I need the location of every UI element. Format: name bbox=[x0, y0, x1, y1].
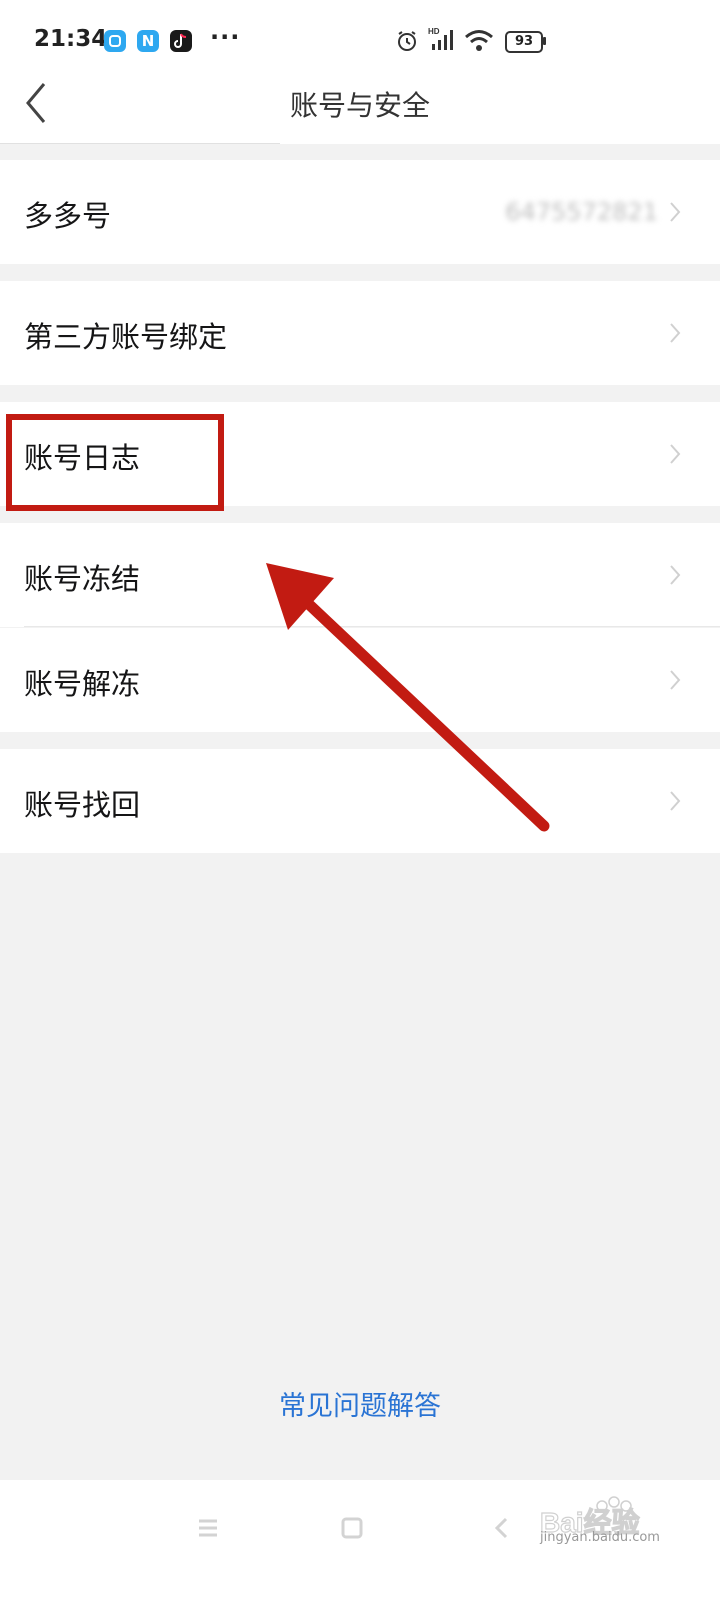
duoduo-id-value: 6475572821 bbox=[505, 198, 658, 226]
faq-link[interactable]: 常见问题解答 bbox=[0, 1384, 720, 1423]
app-n-icon: N bbox=[137, 30, 159, 52]
row-account-recovery[interactable]: 账号找回 bbox=[0, 749, 720, 853]
chevron-right-icon bbox=[670, 791, 681, 811]
alarm-icon bbox=[398, 31, 416, 51]
row-duoduo-id[interactable]: 多多号 6475572821 bbox=[0, 160, 720, 264]
wifi-icon bbox=[465, 30, 493, 51]
battery-level: 93 bbox=[505, 31, 543, 53]
chevron-right-icon bbox=[670, 565, 681, 585]
chevron-right-icon bbox=[670, 444, 681, 464]
row-label: 账号冻结 bbox=[24, 562, 141, 596]
row-label: 账号解冻 bbox=[24, 667, 141, 701]
highlight-box bbox=[6, 414, 224, 511]
tiktok-icon bbox=[170, 30, 192, 52]
row-account-unfreeze[interactable]: 账号解冻 bbox=[0, 628, 720, 732]
page-title: 账号与安全 bbox=[289, 89, 430, 122]
back-nav-icon[interactable] bbox=[490, 1516, 514, 1540]
more-dots-icon: ··· bbox=[210, 23, 241, 51]
home-nav-icon[interactable] bbox=[340, 1516, 364, 1540]
chevron-right-icon bbox=[670, 202, 681, 222]
row-label: 多多号 bbox=[24, 199, 112, 233]
watermark-subtext: jingyan.baidu.com bbox=[540, 1530, 660, 1545]
network-type: HD bbox=[428, 27, 440, 36]
menu-nav-icon[interactable] bbox=[196, 1516, 220, 1540]
status-time: 21:34 bbox=[34, 26, 108, 52]
row-divider bbox=[24, 626, 720, 627]
row-label: 第三方账号绑定 bbox=[24, 320, 228, 354]
battery-icon bbox=[543, 37, 546, 45]
app-a-icon bbox=[104, 30, 126, 52]
row-label: 账号找回 bbox=[24, 788, 141, 822]
header-divider bbox=[0, 143, 280, 144]
signal-icon: HD bbox=[428, 27, 453, 50]
chevron-right-icon bbox=[670, 670, 681, 690]
row-third-party-binding[interactable]: 第三方账号绑定 bbox=[0, 281, 720, 385]
nav-header: 账号与安全 bbox=[0, 62, 720, 144]
row-account-freeze[interactable]: 账号冻结 bbox=[0, 523, 720, 627]
chevron-right-icon bbox=[670, 323, 681, 343]
